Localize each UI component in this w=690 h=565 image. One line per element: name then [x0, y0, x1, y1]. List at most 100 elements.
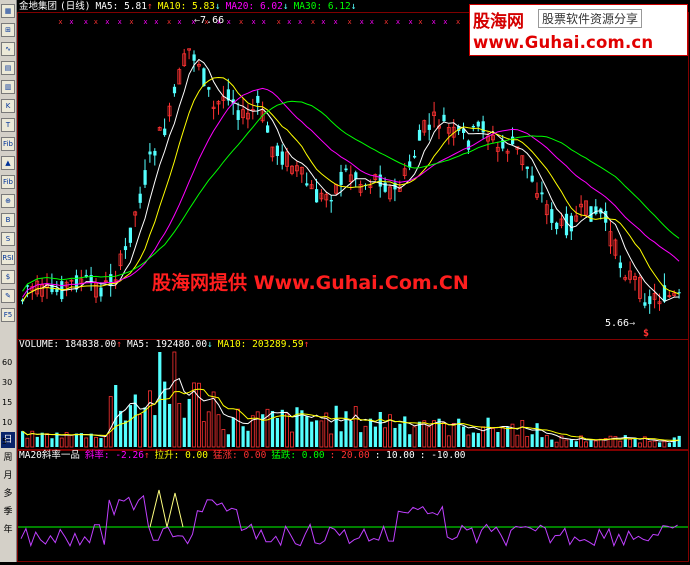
volume-bar	[50, 438, 54, 447]
toolbar-button-5[interactable]: K	[1, 99, 15, 113]
toolbar-button-9[interactable]: Fib	[1, 175, 15, 189]
indicator-panel-frame	[17, 450, 689, 562]
volume-bar	[373, 426, 377, 447]
volume-bar	[241, 426, 245, 447]
volume-bar	[540, 437, 544, 447]
volume-bar	[378, 411, 382, 447]
volume-bar	[59, 437, 64, 448]
toolbar-button-16[interactable]: F5	[1, 308, 15, 322]
volume-bar	[133, 394, 137, 447]
ma10-arrow: ↓	[214, 1, 221, 12]
volume-bar	[544, 434, 549, 448]
stock-name: 金地集团	[19, 1, 58, 12]
candle-body	[511, 136, 515, 145]
candle-body	[413, 155, 417, 158]
period-button-1[interactable]: 周	[1, 450, 15, 466]
ma20-value: MA20: 6.02	[225, 1, 283, 12]
volume-bar	[74, 433, 79, 447]
candle-body	[329, 200, 333, 202]
candle-body	[344, 168, 348, 171]
left-toolbar: ▦ ⊞ ∿ ▤ ▥ K T Fib ▲ Fib ⊕ B S RSI $ ✎ F5 日周月多季年 5 10 15 30 60	[0, 0, 17, 562]
volume-axis-label: 15	[2, 398, 13, 407]
toolbar-button-15[interactable]: ✎	[1, 289, 15, 303]
volume-bar	[94, 436, 98, 448]
volume-bar	[677, 435, 681, 447]
candle-body	[138, 193, 142, 203]
indicator-slope-line	[20, 494, 678, 548]
volume-bar	[353, 406, 358, 448]
period-button-5[interactable]: 年	[1, 522, 15, 538]
candle-body	[236, 110, 240, 120]
volume-value: VOLUME: 184838.00	[19, 339, 117, 350]
volume-bar	[147, 390, 152, 448]
signal-mark: x	[384, 18, 388, 26]
indicator-spike	[166, 492, 184, 528]
signal-mark: x	[348, 18, 352, 26]
volume-bar	[168, 403, 172, 447]
volume-bar	[530, 434, 534, 447]
signal-mark: x	[370, 18, 374, 26]
candle-body	[280, 151, 284, 165]
volume-bar	[623, 435, 627, 447]
volume-bar	[339, 431, 343, 447]
volume-bar	[638, 442, 642, 448]
candle-body	[99, 287, 103, 297]
period-button-2[interactable]: 月	[1, 468, 15, 484]
volume-bar	[525, 436, 530, 448]
candle-body	[123, 246, 128, 251]
toolbar-button-2[interactable]: ∿	[1, 42, 15, 56]
toolbar-button-3[interactable]: ▤	[1, 61, 15, 75]
volume-bar	[315, 420, 319, 447]
candle-body	[530, 175, 534, 182]
volume-panel-frame	[17, 339, 689, 450]
volume-bar	[608, 435, 613, 448]
toolbar-button-14[interactable]: $	[1, 270, 15, 284]
toolbar-button-1[interactable]: ⊞	[1, 23, 15, 37]
volume-bar	[206, 411, 211, 448]
volume-bar	[408, 434, 412, 447]
toolbar-button-13[interactable]: RSI	[1, 251, 15, 265]
signal-mark: x	[432, 18, 436, 26]
lineneg10-value: : -10.00	[419, 450, 466, 461]
volume-bar	[69, 434, 74, 448]
toolbar-button-12[interactable]: S	[1, 232, 15, 246]
lift-value: 拉升: 0.00	[154, 450, 208, 461]
volume-bar	[334, 405, 338, 447]
ma5-value: MA5: 5.81	[95, 1, 147, 12]
ma30-arrow: ↓	[350, 1, 357, 12]
volume-bar	[500, 427, 505, 448]
vol-ma5-value: MA5: 192480.00	[126, 339, 208, 350]
toolbar-button-7[interactable]: Fib	[1, 137, 15, 151]
volume-bar	[584, 441, 588, 448]
volume-axis-label: 10	[2, 418, 13, 427]
signal-mark: x	[143, 18, 147, 26]
signal-mark: x	[118, 18, 122, 26]
period-button-4[interactable]: 季	[1, 504, 15, 520]
candle-body	[564, 213, 569, 236]
volume-axis-label: 5	[2, 437, 8, 446]
volume-bar	[172, 351, 177, 448]
volume-bar	[466, 434, 471, 448]
signal-mark: x	[252, 18, 256, 26]
signal-mark: x	[58, 18, 62, 26]
volume-arrow: ↑	[116, 339, 122, 350]
slope-arrow: ↑	[143, 450, 150, 461]
candle-body	[594, 206, 598, 214]
signal-mark: x	[105, 18, 109, 26]
period-button-3[interactable]: 多	[1, 486, 15, 502]
volume-bar	[114, 385, 118, 447]
candle-body	[315, 189, 319, 203]
candle-body	[525, 166, 529, 169]
toolbar-button-11[interactable]: B	[1, 213, 15, 227]
candle-body	[148, 151, 152, 155]
toolbar-button-0[interactable]: ▦	[1, 4, 15, 18]
volume-bar	[216, 414, 221, 448]
toolbar-button-4[interactable]: ▥	[1, 80, 15, 94]
toolbar-button-6[interactable]: T	[1, 118, 15, 132]
ma10-value: MA10: 5.83	[157, 1, 215, 12]
volume-bar	[187, 398, 191, 447]
volume-bar	[481, 426, 486, 448]
volume-bar	[589, 440, 593, 447]
toolbar-button-8[interactable]: ▲	[1, 156, 15, 170]
toolbar-button-10[interactable]: ⊕	[1, 194, 15, 208]
